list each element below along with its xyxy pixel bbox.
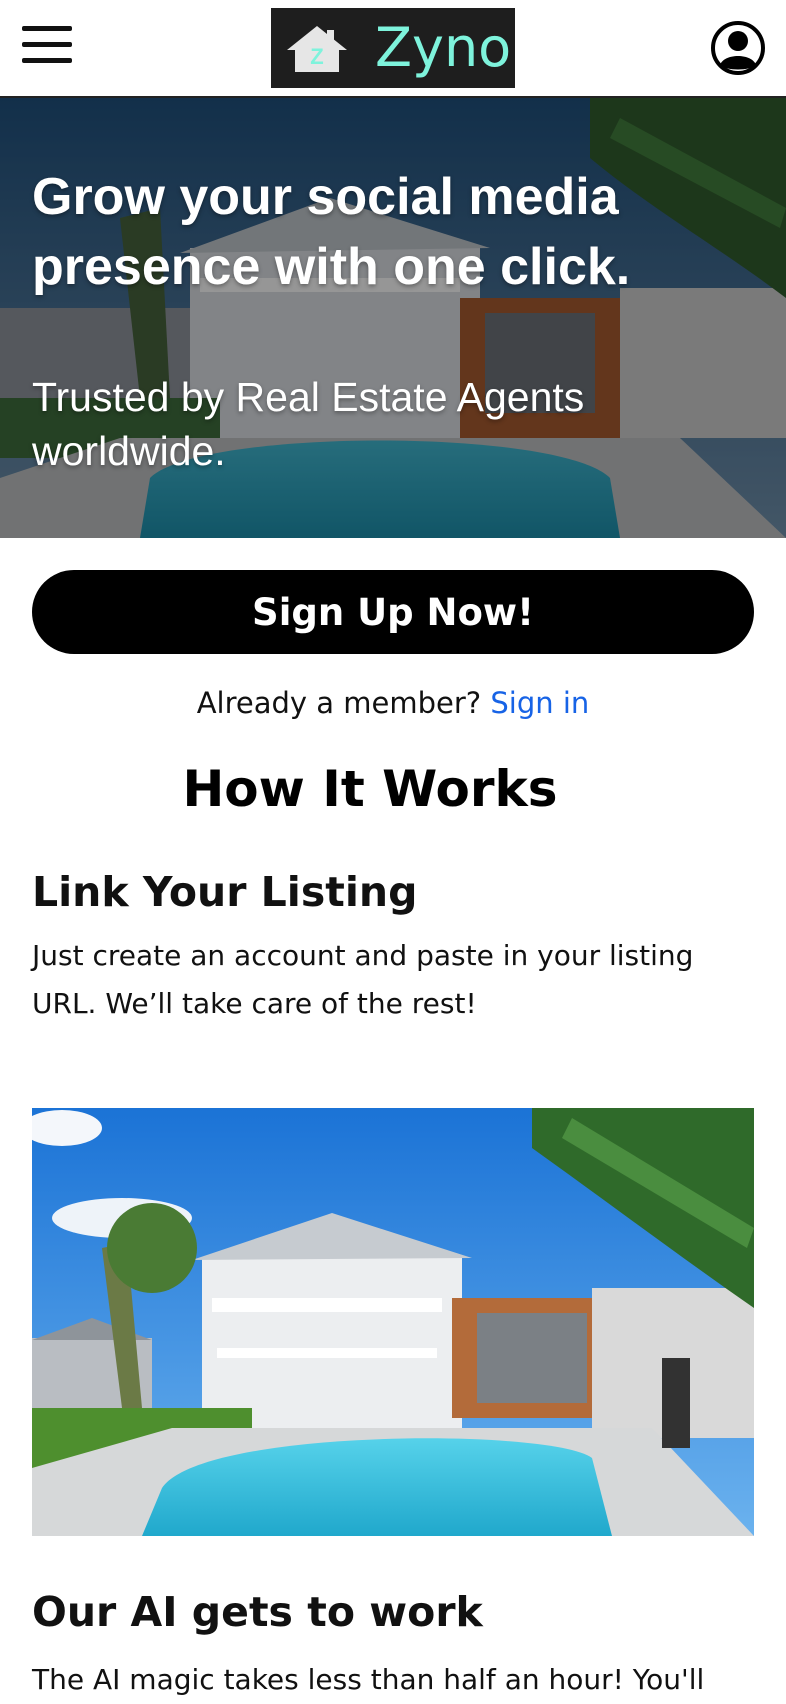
- brand-name: Zyno: [375, 16, 512, 79]
- hamburger-menu-icon[interactable]: [22, 26, 72, 66]
- step-1-title: Link Your Listing: [32, 868, 418, 916]
- step-2-title: Our AI gets to work: [32, 1588, 483, 1636]
- svg-text:Z: Z: [310, 44, 323, 69]
- how-it-works-title: How It Works: [182, 760, 558, 818]
- hero-title: Grow your social media presence with one…: [32, 168, 631, 296]
- sign-in-link[interactable]: Sign in: [490, 686, 589, 720]
- step-1-description: Just create an account and paste in your…: [32, 939, 694, 1020]
- member-signin-line: Already a member? Sign in: [0, 686, 786, 720]
- house-pool-image: [32, 1108, 754, 1536]
- house-icon: Z: [287, 26, 347, 72]
- step-house-photo: [32, 1108, 754, 1536]
- step-2-description: The AI magic takes less than half an hou…: [32, 1663, 705, 1696]
- top-nav-bar: Z Zyno: [0, 0, 786, 98]
- zyno-logo[interactable]: Z Zyno: [271, 8, 515, 88]
- hero-banner: Grow your social media presence with one…: [0, 98, 786, 538]
- member-prompt-text: Already a member?: [196, 686, 482, 720]
- sign-up-button[interactable]: Sign Up Now!: [32, 570, 754, 654]
- user-account-icon[interactable]: [710, 20, 766, 76]
- hero-subtitle: Trusted by Real Estate Agents worldwide.: [32, 374, 585, 474]
